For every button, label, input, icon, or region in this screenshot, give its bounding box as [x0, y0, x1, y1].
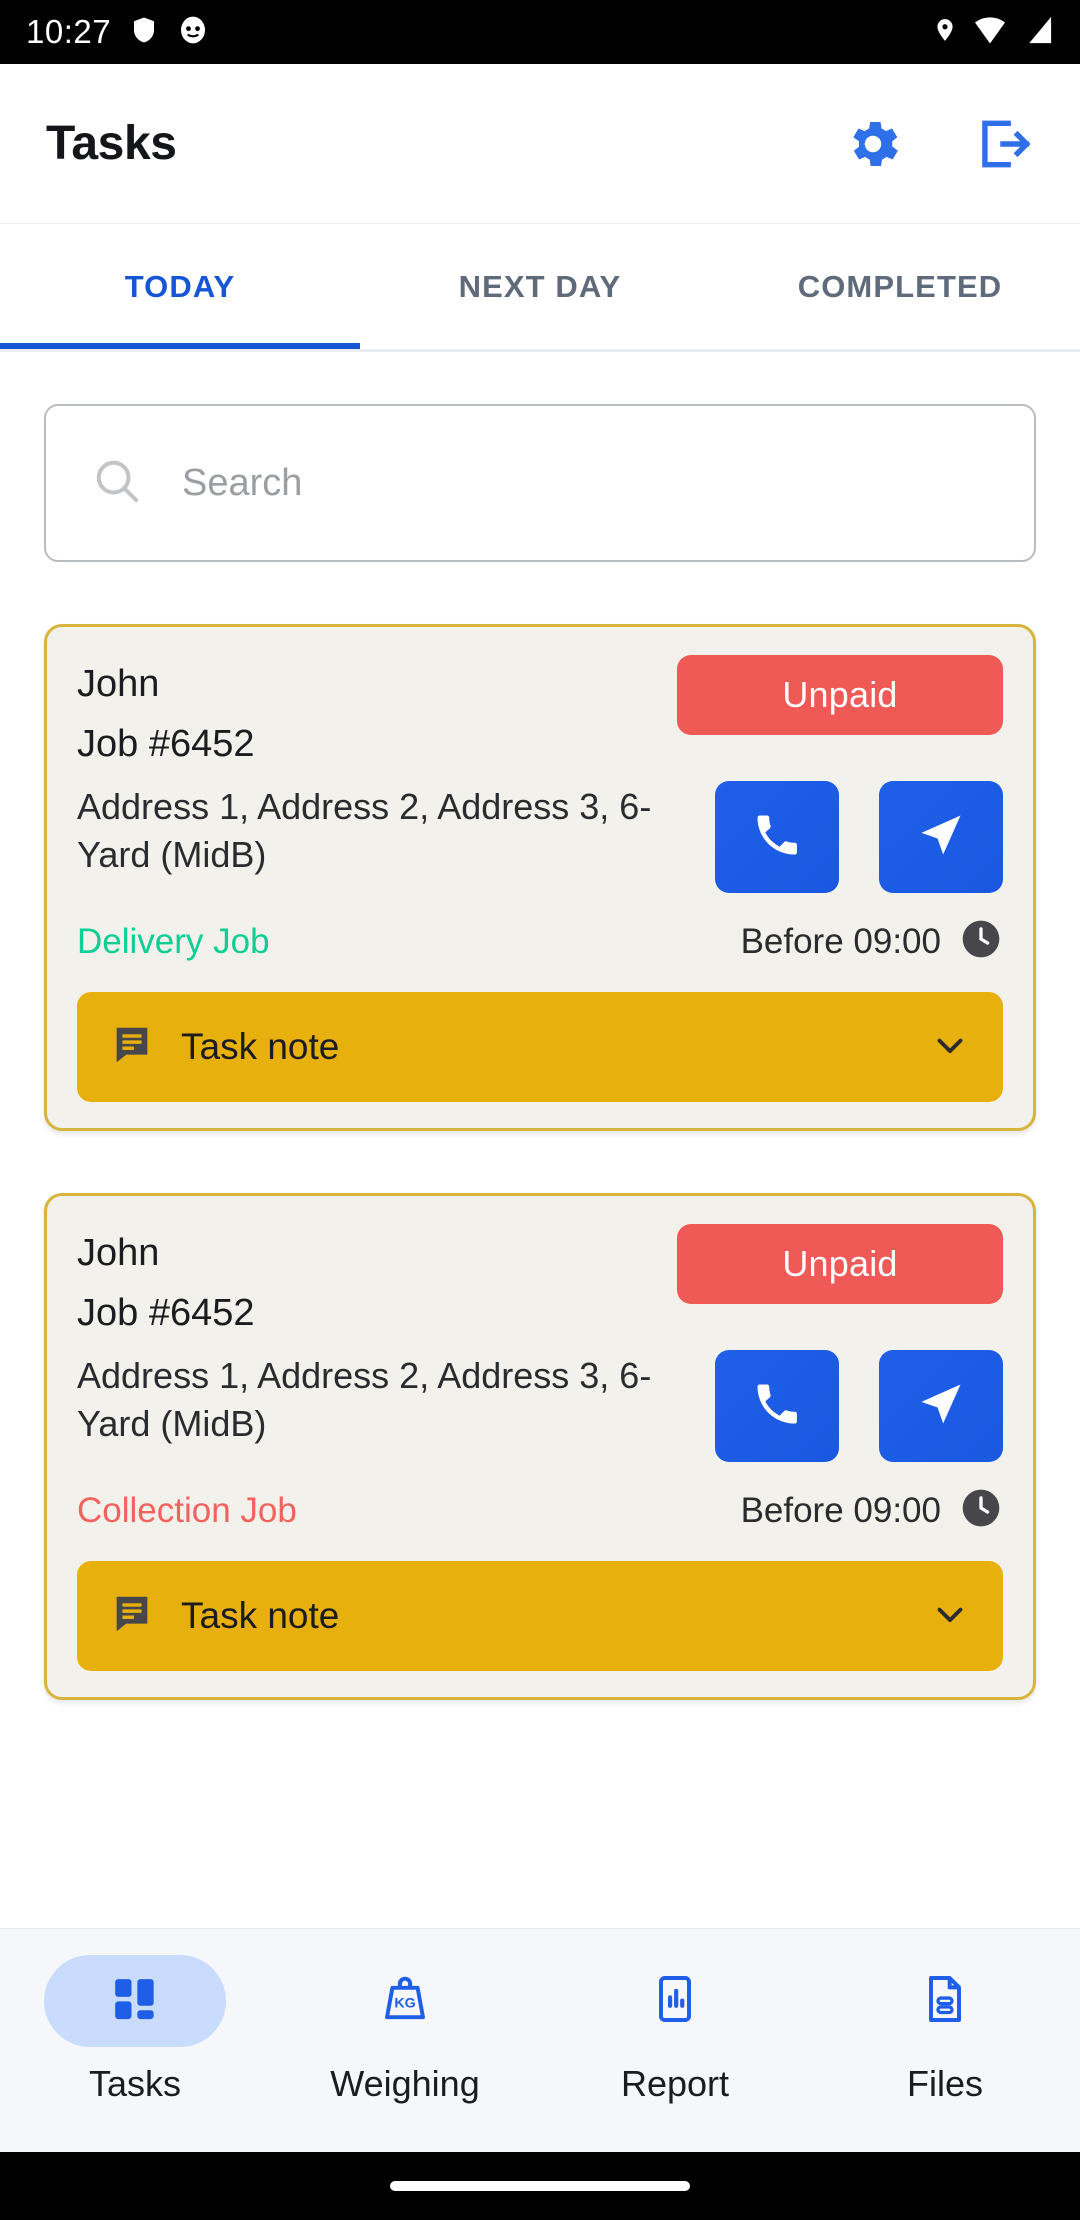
tab-completed[interactable]: COMPLETED: [720, 224, 1080, 349]
nav-active-pill: [44, 1955, 226, 2047]
active-tab-indicator: [0, 343, 360, 349]
task-address: Address 1, Address 2, Address 3, 6-Yard …: [77, 1355, 652, 1444]
kg-weight-icon: KG: [377, 1971, 433, 2032]
task-job-number: Job #6452: [77, 723, 255, 766]
gesture-pill[interactable]: [390, 2181, 690, 2191]
task-due-time: Before 09:00: [740, 1490, 941, 1530]
payment-status-badge[interactable]: Unpaid: [677, 1224, 1003, 1304]
payment-status-badge[interactable]: Unpaid: [677, 655, 1003, 735]
status-bar-clock: 10:27: [26, 13, 112, 50]
gear-icon[interactable]: [842, 113, 904, 175]
search-placeholder: Search: [182, 461, 303, 504]
report-chart-icon: [647, 1971, 703, 2032]
task-customer-name: John: [77, 1232, 160, 1274]
cellular-signal-icon: [1022, 15, 1054, 50]
navigate-icon: [915, 809, 967, 866]
nav-pill: KG: [314, 1955, 496, 2047]
app-face-icon: [177, 13, 209, 52]
task-job-type: Delivery Job: [77, 921, 270, 961]
note-bubble-icon: [109, 1591, 155, 1642]
nav-label-weighing: Weighing: [330, 2063, 480, 2104]
task-job-number: Job #6452: [77, 1292, 255, 1335]
tab-bar: TODAY NEXT DAY COMPLETED: [0, 224, 1080, 352]
nav-label-report: Report: [620, 2063, 730, 2104]
note-bubble-icon: [109, 1022, 155, 1073]
clock-icon: [959, 1486, 1003, 1535]
wifi-icon: [972, 15, 1008, 50]
task-note-bar[interactable]: Task note: [77, 1561, 1003, 1671]
task-job-type: Collection Job: [77, 1490, 297, 1530]
system-gesture-bar: [0, 2152, 1080, 2220]
nav-pill: [854, 1955, 1036, 2047]
task-note-label: Task note: [181, 1595, 340, 1636]
nav-label-tasks: Tasks: [88, 2063, 182, 2104]
navigate-icon: [915, 1378, 967, 1435]
dashboard-grid-icon: [107, 1971, 163, 2032]
navigate-button[interactable]: [879, 781, 1003, 893]
nav-item-tasks[interactable]: Tasks: [0, 1955, 270, 2105]
task-list-scroll-area: Search John Job #6452 Address 1, Address…: [0, 352, 1080, 1948]
task-address: Address 1, Address 2, Address 3, 6-Yard …: [77, 786, 652, 875]
nav-item-files[interactable]: Files: [810, 1955, 1080, 2105]
location-pin-icon: [932, 13, 958, 52]
file-document-icon: [917, 1971, 973, 2032]
task-card[interactable]: John Job #6452 Address 1, Address 2, Add…: [44, 1193, 1036, 1700]
status-bar: 10:27: [0, 0, 1080, 64]
phone-icon: [751, 1378, 803, 1435]
navigate-button[interactable]: [879, 1350, 1003, 1462]
call-button[interactable]: [715, 781, 839, 893]
task-customer-name: John: [77, 663, 160, 705]
task-note-bar[interactable]: Task note: [77, 992, 1003, 1102]
nav-item-report[interactable]: Report: [540, 1955, 810, 2105]
search-input[interactable]: Search: [44, 404, 1036, 562]
tab-next-day[interactable]: NEXT DAY: [360, 224, 720, 349]
phone-icon: [751, 809, 803, 866]
logout-icon[interactable]: [972, 113, 1034, 175]
svg-text:KG: KG: [394, 1995, 415, 2011]
clock-icon: [959, 917, 1003, 966]
task-note-label: Task note: [181, 1026, 340, 1067]
task-due-time: Before 09:00: [740, 921, 941, 961]
app-bar: Tasks: [0, 64, 1080, 224]
bottom-navigation: Tasks KG Weighing Report Files: [0, 1928, 1080, 2152]
nav-pill: [584, 1955, 766, 2047]
nav-label-files: Files: [906, 2063, 983, 2104]
call-button[interactable]: [715, 1350, 839, 1462]
tab-today[interactable]: TODAY: [0, 224, 360, 349]
chevron-down-icon[interactable]: [929, 1593, 971, 1640]
nav-item-weighing[interactable]: KG Weighing: [270, 1955, 540, 2105]
chevron-down-icon[interactable]: [929, 1024, 971, 1071]
task-card[interactable]: John Job #6452 Address 1, Address 2, Add…: [44, 624, 1036, 1131]
shield-icon: [129, 13, 159, 52]
page-title: Tasks: [46, 117, 177, 170]
search-icon: [90, 454, 144, 513]
